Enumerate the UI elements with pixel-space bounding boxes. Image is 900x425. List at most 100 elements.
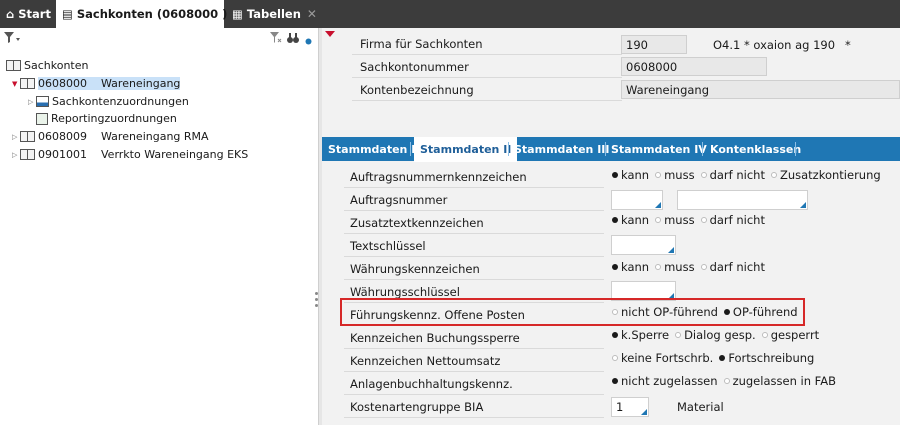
radio-option[interactable]: muss — [655, 213, 695, 227]
binoculars-icon[interactable] — [287, 32, 299, 47]
radio-dot — [761, 332, 768, 338]
radio-option[interactable]: darf nicht — [700, 168, 765, 182]
buchungssperre-radio: k.Sperre Dialog gesp. gesperrt — [612, 325, 825, 345]
radio-label: keine Fortschrb. — [621, 351, 714, 365]
radio-label: Zusatzkontierung — [779, 168, 881, 182]
tab-stammdaten-3[interactable]: Stammdaten III — [508, 137, 615, 161]
radio-option[interactable]: darf nicht — [700, 213, 765, 227]
tree-item-0608000[interactable]: ▼ 0608000 Wareneingang — [12, 75, 181, 92]
collapsed-triangle-icon[interactable]: ▷ — [12, 133, 20, 141]
tab-sachkonten[interactable]: ▤ Sachkonten (0608000 ) ✕ — [56, 0, 243, 28]
radio-option[interactable]: muss — [655, 260, 695, 274]
radio-dot — [655, 264, 662, 270]
radio-label: kann — [621, 213, 650, 227]
radio-option[interactable]: Dialog gesp. — [675, 328, 756, 342]
radio-option[interactable]: kann — [612, 213, 649, 227]
radio-option[interactable]: zugelassen in FAB — [723, 374, 836, 388]
tab-kontenklassen[interactable]: Kontenklassen — [704, 137, 807, 161]
waehrungskennzeichen-label: Währungskennzeichen — [344, 258, 604, 280]
kostenartengruppe-input[interactable]: 1 — [611, 397, 649, 417]
radio-label: gesperrt — [770, 328, 820, 342]
tree-item-sachkontenzuordnungen[interactable]: ▷ Sachkontenzuordnungen — [28, 93, 189, 110]
tab-sachkonten-label: Sachkonten (0608000 ) — [76, 7, 228, 21]
radio-dot — [700, 264, 707, 270]
konto-field[interactable]: 0608000 — [621, 57, 767, 76]
collapsed-triangle-icon[interactable]: ▷ — [12, 151, 20, 159]
tree-item-name: Reportingzuordnungen — [51, 112, 177, 125]
radio-option[interactable]: kann — [612, 168, 649, 182]
book-icon — [20, 78, 35, 89]
kostenartengruppe-label: Kostenartengruppe BIA — [344, 396, 604, 418]
anlagenbuchhaltung-radio: nicht zugelassen zugelassen in FAB — [612, 371, 842, 391]
filter-clear-icon[interactable] — [270, 32, 282, 47]
radio-option[interactable]: muss — [655, 168, 695, 182]
radio-option[interactable]: Zusatzkontierung — [770, 168, 881, 182]
waehrungskennzeichen-radio: kann muss darf nicht — [612, 257, 771, 277]
nettoumsatz-radio: keine Fortschrb. Fortschreibung — [612, 348, 820, 368]
tree-item-label: 0608000 Wareneingang — [38, 77, 181, 90]
radio-dot — [612, 378, 618, 384]
tree-item-code: 0608000 — [38, 77, 87, 90]
tree-item-name: Sachkontenzuordnungen — [52, 95, 189, 108]
expanded-triangle-icon[interactable]: ▼ — [12, 80, 20, 88]
tree-item-label: 0901001 Verrkto Wareneingang EKS — [38, 148, 248, 161]
collapsed-triangle-icon[interactable]: ▷ — [28, 98, 36, 106]
tab-stammdaten-2[interactable]: Stammdaten II — [414, 137, 518, 162]
textschluessel-input[interactable] — [611, 235, 676, 255]
radio-label: darf nicht — [709, 260, 765, 274]
tree-item-name: Wareneingang RMA — [101, 130, 209, 143]
tab-start[interactable]: ⌂ Start — [6, 0, 54, 28]
tab-stammdaten-1[interactable]: Stammdaten I — [322, 137, 421, 161]
tree-item-name: Verrkto Wareneingang EKS — [101, 148, 249, 161]
tree-root[interactable]: Sachkonten — [6, 57, 88, 74]
firma-field[interactable]: 190 — [621, 35, 687, 54]
bezeichnung-field[interactable]: Wareneingang — [621, 80, 900, 99]
highlight-box — [340, 298, 805, 326]
auftragsnummer-input-2[interactable] — [677, 190, 808, 210]
radio-option[interactable]: kann — [612, 260, 649, 274]
firma-star: * — [845, 38, 851, 52]
radio-dot — [770, 172, 777, 178]
status-dot-icon — [305, 35, 312, 48]
firma-description: O4.1 * oxaion ag 190 — [713, 38, 836, 52]
book-icon — [6, 60, 21, 71]
radio-option[interactable]: gesperrt — [761, 328, 820, 342]
radio-label: muss — [664, 260, 695, 274]
radio-label: kann — [621, 168, 650, 182]
radio-option[interactable]: Fortschreibung — [719, 351, 814, 365]
radio-dot — [700, 172, 707, 178]
auftragsnummer-input-1[interactable] — [611, 190, 663, 210]
detail-tab-bar: Stammdaten I Stammdaten II Stammdaten II… — [322, 137, 900, 162]
radio-dot — [719, 355, 726, 361]
radio-label: muss — [664, 213, 695, 227]
close-icon[interactable]: ✕ — [307, 7, 317, 21]
tree-item-0608009[interactable]: ▷ 0608009 Wareneingang RMA — [12, 128, 209, 145]
tree-item-name: Wareneingang — [101, 77, 181, 90]
tree-item-reportingzuordnungen[interactable]: Reportingzuordnungen — [36, 110, 177, 127]
radio-dot — [612, 172, 618, 178]
tree-item-label: 0608009 Wareneingang RMA — [38, 130, 209, 143]
tab-stammdaten-4[interactable]: Stammdaten IV — [605, 137, 713, 161]
textschluessel-label: Textschlüssel — [344, 235, 604, 257]
radio-label: kann — [621, 260, 650, 274]
filter-icon[interactable] — [4, 32, 20, 47]
tab-tabellen[interactable]: ▦ Tabellen ✕ — [232, 0, 317, 28]
collapse-marker-icon[interactable] — [325, 31, 335, 37]
auftragsnummernkennzeichen-radio: kann muss darf nicht Zusatzkontierung — [612, 165, 887, 185]
radio-dot — [675, 332, 682, 338]
radio-label: darf nicht — [709, 168, 765, 182]
chart-icon — [36, 96, 49, 107]
tab-tabellen-label: Tabellen — [246, 7, 301, 21]
radio-dot — [612, 355, 618, 361]
radio-option[interactable]: keine Fortschrb. — [612, 351, 713, 365]
bezeichnung-label: Kontenbezeichnung — [352, 80, 622, 101]
tab-separator — [702, 142, 703, 156]
radio-label: nicht zugelassen — [621, 374, 718, 388]
home-icon: ⌂ — [6, 7, 15, 21]
radio-option[interactable]: k.Sperre — [612, 328, 669, 342]
splitter-grip-icon[interactable] — [315, 292, 319, 310]
tab-start-label: Start — [18, 7, 51, 21]
tree-item-0901001[interactable]: ▷ 0901001 Verrkto Wareneingang EKS — [12, 146, 248, 163]
radio-option[interactable]: darf nicht — [700, 260, 765, 274]
radio-option[interactable]: nicht zugelassen — [612, 374, 718, 388]
